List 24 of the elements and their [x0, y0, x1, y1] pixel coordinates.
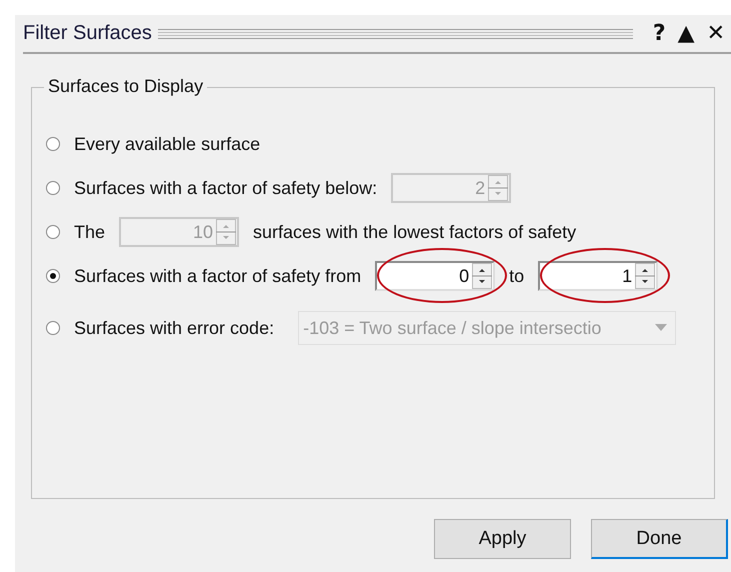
dialog-button[interactable]: Done: [591, 519, 728, 559]
radio-button[interactable]: [46, 137, 60, 151]
radio-button[interactable]: [46, 225, 60, 239]
collapse-button[interactable]: ▲: [672, 21, 701, 46]
dialog-button[interactable]: Apply: [434, 519, 571, 559]
caret-icon: [655, 324, 668, 332]
spin-arrows-icon[interactable]: [634, 263, 656, 289]
radio-button[interactable]: [46, 321, 60, 335]
close-button[interactable]: ✕: [700, 21, 731, 46]
option-label: Surfaces with a factor of safety below:: [74, 178, 378, 198]
option-label: Surfaces with a factor of safety from: [74, 266, 362, 286]
option-label: to: [509, 266, 524, 286]
group-title: Surfaces to Display: [44, 76, 208, 97]
number-spinner[interactable]: 1: [538, 261, 658, 291]
number-spinner[interactable]: 0: [375, 261, 496, 291]
option-label: Every available surface: [74, 134, 260, 154]
option-label: Surfaces with error code:: [74, 318, 274, 338]
window-title: Filter Surfaces: [23, 22, 152, 45]
option-label: surfaces with the lowest factors of safety: [253, 222, 576, 242]
spin-arrows-icon[interactable]: [471, 263, 494, 289]
option-label: The: [74, 222, 106, 242]
help-button[interactable]: ?: [646, 21, 672, 46]
radio-button[interactable]: [46, 269, 60, 283]
radio-button[interactable]: [46, 181, 60, 195]
